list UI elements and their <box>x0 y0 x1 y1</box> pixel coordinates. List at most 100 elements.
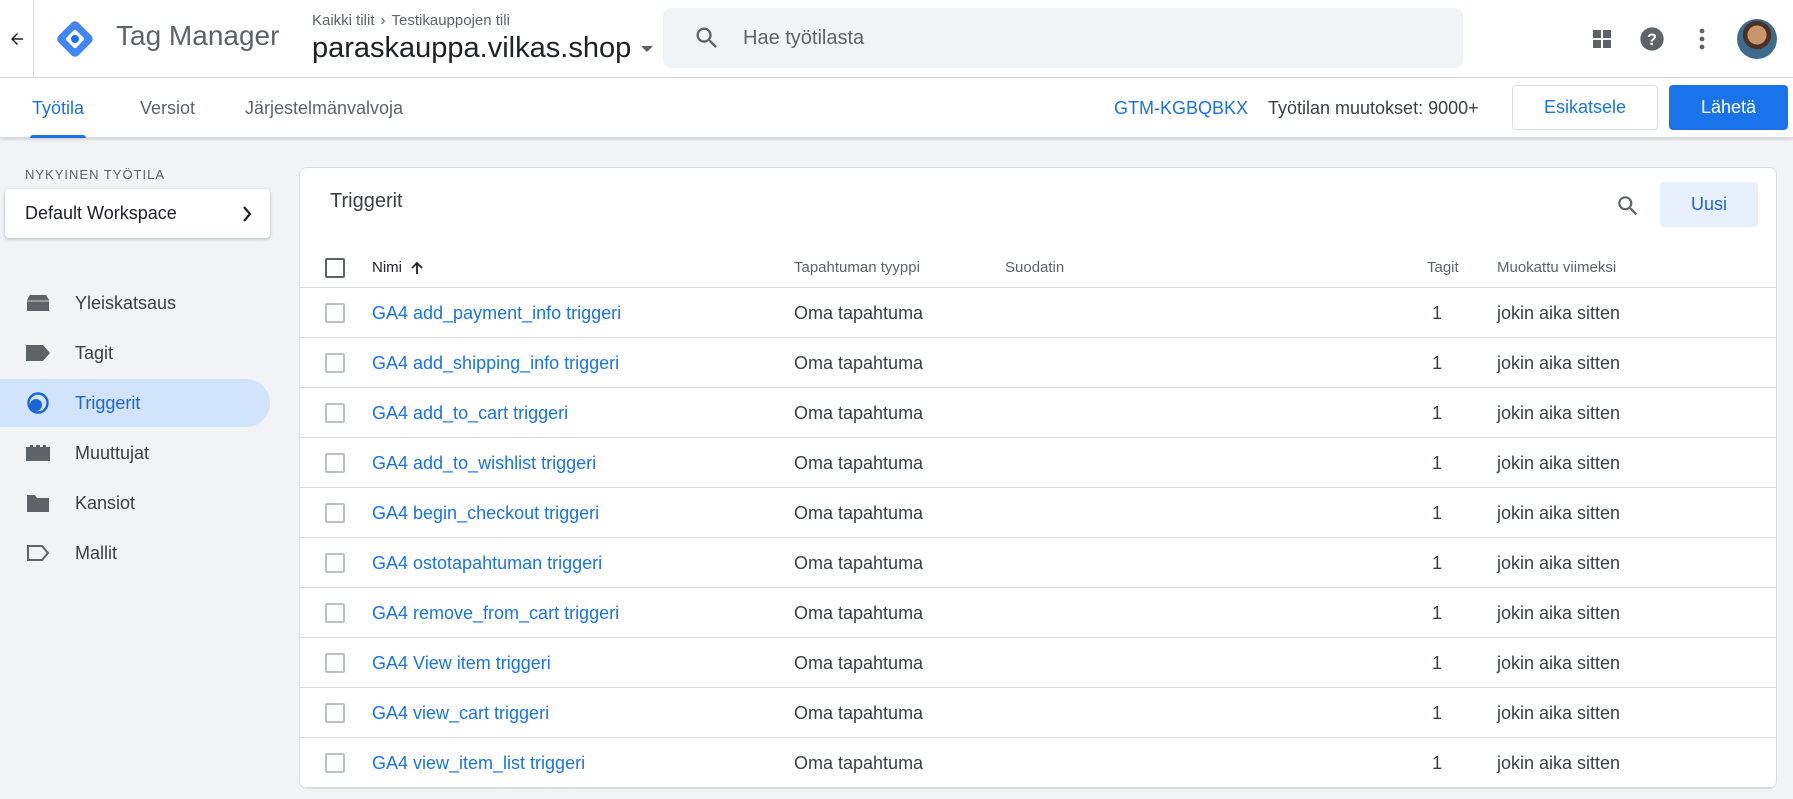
row-checkbox[interactable] <box>325 703 345 723</box>
help-button[interactable]: ? <box>1627 14 1677 64</box>
trigger-icon <box>25 392 51 414</box>
app-name: Tag Manager <box>116 20 280 51</box>
table-search-button[interactable] <box>1608 186 1648 226</box>
sidebar-item-folders[interactable]: Kansiot <box>0 479 270 527</box>
sidebar-item-label: Tagit <box>75 342 114 363</box>
workspace-search[interactable] <box>663 8 1463 68</box>
last-edited-cell: jokin aika sitten <box>1497 503 1621 523</box>
row-checkbox[interactable] <box>325 403 345 423</box>
sidebar-item-label: Kansiot <box>75 492 136 513</box>
submit-button[interactable]: Lähetä <box>1669 85 1788 130</box>
last-edited-cell: jokin aika sitten <box>1497 553 1621 573</box>
sidebar-item-variables[interactable]: Muuttujat <box>0 429 270 477</box>
row-checkbox[interactable] <box>325 753 345 773</box>
triggers-card: Triggerit Uusi Nimi Tapahtuman tyyppi Su… <box>299 167 1777 789</box>
caret-down-icon <box>641 45 654 52</box>
preview-button[interactable]: Esikatsele <box>1512 85 1658 130</box>
column-event-type[interactable]: Tapahtuman tyyppi <box>794 248 920 288</box>
workspace-name: Default Workspace <box>25 203 177 223</box>
trigger-name-link[interactable]: GA4 ostotapahtuman triggeri <box>372 538 602 588</box>
container-selector[interactable]: paraskauppa.vilkas.shop <box>312 32 655 65</box>
table-row[interactable]: GA4 add_shipping_info triggeri Oma tapaht… <box>300 338 1776 388</box>
trigger-name-link[interactable]: GA4 view_item_list triggeri <box>372 738 585 788</box>
avatar[interactable] <box>1737 19 1777 59</box>
event-type-cell: Oma tapahtuma <box>794 703 924 723</box>
trigger-name-link[interactable]: GA4 add_payment_info triggeri <box>372 288 621 338</box>
tags-count-cell: 1 <box>1432 353 1443 373</box>
last-edited-cell: jokin aika sitten <box>1497 703 1621 723</box>
last-edited-cell: jokin aika sitten <box>1497 653 1621 673</box>
workspace-selector[interactable]: Default Workspace <box>5 189 270 238</box>
table-row[interactable]: GA4 view_item_list triggeri Oma tapahtuma… <box>300 738 1776 788</box>
breadcrumb: Kaikki tilit › Testikauppojen tili <box>312 12 510 29</box>
table-row[interactable]: GA4 remove_from_cart triggeri Oma tapahtu… <box>300 588 1776 638</box>
column-last-edited[interactable]: Muokattu viimeksi <box>1497 248 1616 288</box>
last-edited-cell: jokin aika sitten <box>1497 603 1621 623</box>
column-tags[interactable]: Tagit <box>1427 248 1459 288</box>
table-header: Nimi Tapahtuman tyyppi Suodatin Tagit Mu… <box>300 248 1776 288</box>
sort-ascending-icon <box>411 261 423 274</box>
sidebar-item-triggers[interactable]: Triggerit <box>0 379 270 427</box>
column-filter[interactable]: Suodatin <box>1005 248 1064 288</box>
tab-versions[interactable]: Versiot <box>140 78 195 138</box>
row-checkbox[interactable] <box>325 353 345 373</box>
trigger-name-link[interactable]: GA4 add_to_cart triggeri <box>372 388 568 438</box>
event-type-cell: Oma tapahtuma <box>794 353 924 373</box>
chevron-right-icon <box>243 205 252 222</box>
current-workspace-label: NYKYINEN TYÖTILA <box>25 167 166 182</box>
sidebar-item-overview[interactable]: Yleiskatsaus <box>0 279 270 327</box>
back-button[interactable] <box>0 0 34 78</box>
row-checkbox[interactable] <box>325 503 345 523</box>
chevron-right-icon: › <box>380 12 386 29</box>
column-name[interactable]: Nimi <box>372 248 424 288</box>
trigger-name-link[interactable]: GA4 add_shipping_info triggeri <box>372 338 619 388</box>
trigger-name-link[interactable]: GA4 begin_checkout triggeri <box>372 488 599 538</box>
table-row[interactable]: GA4 view_cart triggeri Oma tapahtuma 1 joki… <box>300 688 1776 738</box>
row-checkbox[interactable] <box>325 553 345 573</box>
trigger-name-link[interactable]: GA4 view_cart triggeri <box>372 688 549 738</box>
apps-button[interactable] <box>1577 14 1627 64</box>
table-row[interactable]: GA4 View item triggeri Oma tapahtuma 1 joki… <box>300 638 1776 688</box>
event-type-cell: Oma tapahtuma <box>794 553 924 573</box>
container-id[interactable]: GTM-KGBQBKX <box>1114 78 1248 138</box>
select-all-checkbox[interactable] <box>325 258 345 278</box>
table-row[interactable]: GA4 add_to_wishlist triggeri Oma tapahtum… <box>300 438 1776 488</box>
top-bar: Tag Manager Kaikki tilit › Testikauppoje… <box>0 0 1793 78</box>
new-trigger-button[interactable]: Uusi <box>1660 182 1758 227</box>
table-row[interactable]: GA4 ostotapahtuman triggeri Oma tapahtuma… <box>300 538 1776 588</box>
trigger-name-link[interactable]: GA4 remove_from_cart triggeri <box>372 588 619 638</box>
apps-grid-icon <box>1593 30 1611 48</box>
sidebar-item-tags[interactable]: Tagit <box>0 329 270 377</box>
sidebar-item-templates[interactable]: Mallit <box>0 529 270 577</box>
variables-icon <box>25 442 51 464</box>
search-input[interactable] <box>743 26 1343 50</box>
row-checkbox[interactable] <box>325 603 345 623</box>
table-row[interactable]: GA4 add_to_cart triggeri Oma tapahtuma 1 jo… <box>300 388 1776 438</box>
tab-admin[interactable]: Järjestelmänvalvoja <box>245 78 403 138</box>
trigger-name-link[interactable]: GA4 View item triggeri <box>372 638 551 688</box>
sidebar-item-label: Yleiskatsaus <box>75 292 177 313</box>
table-row[interactable]: GA4 add_payment_info triggeri Oma tapahtu… <box>300 288 1776 338</box>
tags-count-cell: 1 <box>1432 753 1443 773</box>
trigger-name-link[interactable]: GA4 add_to_wishlist triggeri <box>372 438 596 488</box>
tab-workspace[interactable]: Työtila <box>29 78 87 138</box>
template-icon <box>25 542 51 564</box>
breadcrumb-account-group[interactable]: Testikauppojen tili <box>392 12 510 29</box>
tag-manager-logo <box>57 21 93 57</box>
breadcrumb-account[interactable]: Kaikki tilit <box>312 12 375 29</box>
row-checkbox[interactable] <box>325 453 345 473</box>
row-checkbox[interactable] <box>325 303 345 323</box>
event-type-cell: Oma tapahtuma <box>794 403 924 423</box>
last-edited-cell: jokin aika sitten <box>1497 303 1621 323</box>
tags-count-cell: 1 <box>1432 403 1443 423</box>
table-row[interactable]: GA4 begin_checkout triggeri Oma tapahtuma… <box>300 488 1776 538</box>
svg-text:?: ? <box>1647 31 1657 49</box>
folder-icon <box>25 492 51 514</box>
arrow-back-icon <box>10 33 23 45</box>
tag-icon <box>25 342 51 364</box>
last-edited-cell: jokin aika sitten <box>1497 453 1621 473</box>
top-actions: ? <box>1577 0 1793 78</box>
row-checkbox[interactable] <box>325 653 345 673</box>
overview-icon <box>25 292 51 314</box>
more-menu-button[interactable] <box>1677 14 1727 64</box>
